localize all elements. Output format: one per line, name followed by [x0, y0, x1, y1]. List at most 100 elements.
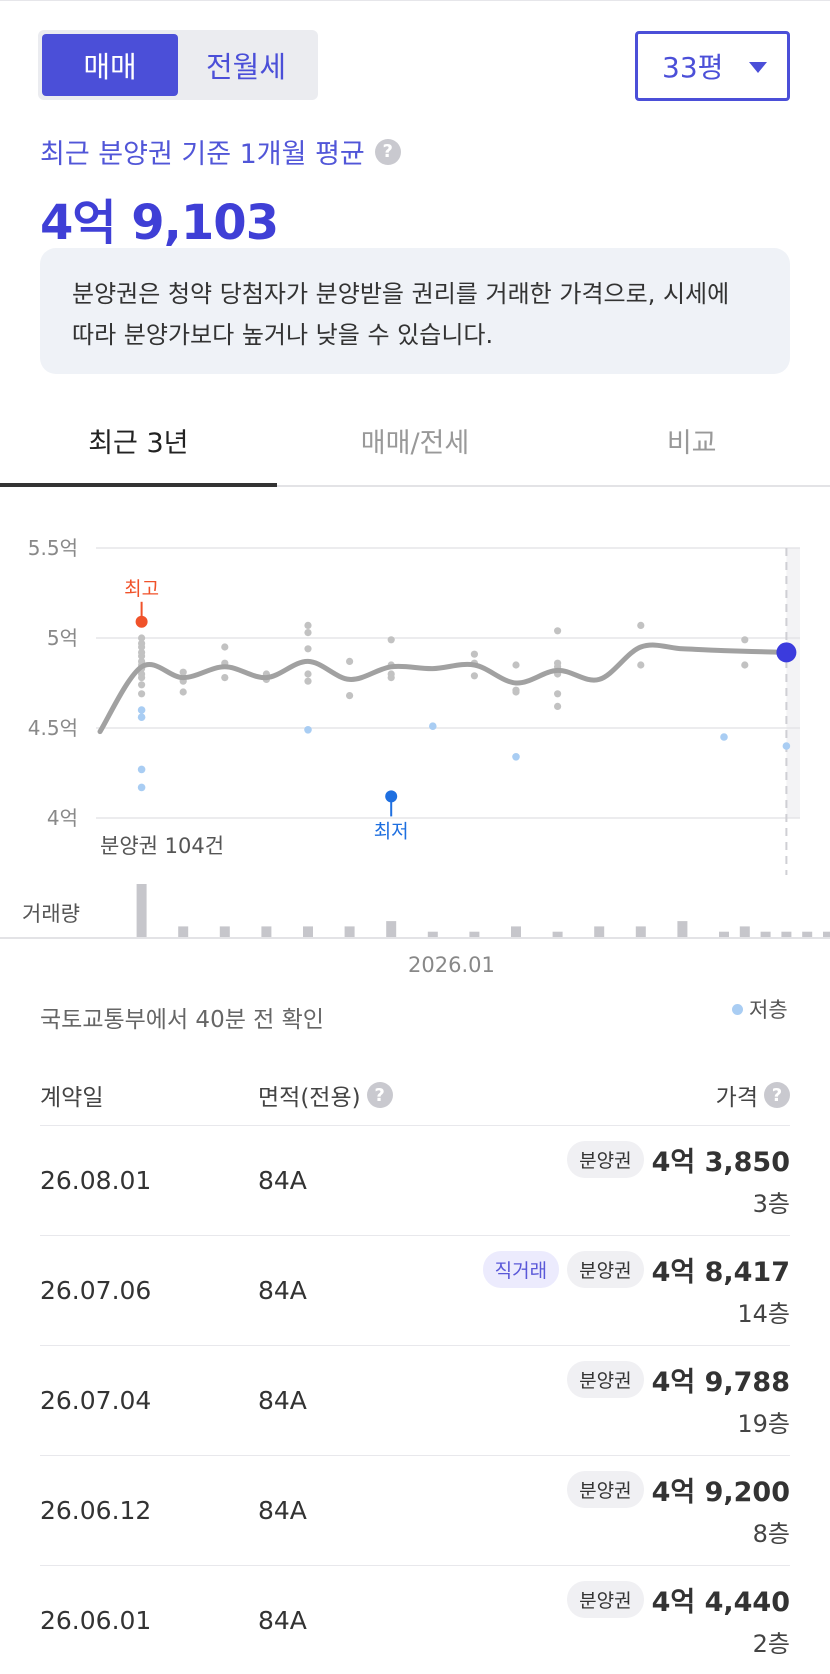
low-marker-label: 최저 [374, 820, 409, 842]
sale-tab-button[interactable]: 매매 [42, 34, 178, 96]
table-row[interactable]: 26.06.12 84A 분양권 4억 9,200 8층 [40, 1455, 790, 1565]
y-tick-label: 5억 [47, 626, 78, 650]
price-cell: 직거래 분양권 4억 8,417 [482, 1250, 790, 1289]
tab-compare[interactable]: 비교 [553, 395, 830, 485]
trade-point [304, 670, 312, 678]
area-value: 84A [258, 1166, 307, 1195]
area-size-select[interactable]: 33평 [635, 31, 790, 101]
floor-value: 8층 [752, 1520, 790, 1548]
trade-point [304, 629, 312, 637]
presale-badge: 분양권 [567, 1251, 644, 1288]
presale-badge: 분양권 [567, 1471, 644, 1508]
chart-tabs: 최근 3년 매매/전세 비교 [0, 395, 830, 487]
high-marker-label: 최고 [124, 578, 159, 600]
volume-bar [739, 926, 750, 937]
contract-date: 26.06.12 [40, 1496, 152, 1525]
volume-bar [511, 926, 521, 937]
trade-point [470, 672, 478, 680]
future-area [786, 548, 800, 818]
tab-recent-3-years[interactable]: 최근 3년 [0, 395, 277, 487]
presale-badge: 분양권 [567, 1141, 644, 1178]
presale-badge: 분양권 [567, 1361, 644, 1398]
price-cell: 분양권 4억 9,788 [567, 1360, 790, 1399]
low-floor-point [137, 783, 146, 792]
trade-point [304, 677, 312, 685]
trend-line [97, 642, 789, 735]
low-floor-point [304, 726, 312, 734]
area-value: 84A [258, 1276, 307, 1305]
trade-point [387, 636, 395, 644]
trade-point [346, 657, 354, 665]
area-value: 84A [258, 1496, 307, 1525]
help-icon[interactable]: ? [374, 138, 401, 165]
trade-point [138, 681, 146, 689]
price-value: 4억 9,788 [651, 1367, 790, 1398]
contract-date: 26.08.01 [40, 1166, 152, 1195]
volume-bar [303, 926, 313, 937]
trade-point [512, 661, 520, 669]
price-value: 4억 8,417 [651, 1257, 790, 1288]
high-marker-point [135, 615, 148, 628]
floor-value: 3층 [752, 1190, 790, 1218]
low-floor-point [429, 722, 437, 730]
rent-tab-button[interactable]: 전월세 [178, 34, 314, 96]
table-row[interactable]: 26.07.06 84A 직거래 분양권 4억 8,417 14층 [40, 1235, 790, 1345]
trade-point [179, 688, 187, 696]
price-chart[interactable]: 5.5억 5억 4.5억 4억 최고 최저 분양권 104건 거래량 [0, 500, 830, 940]
chevron-down-icon [749, 62, 767, 73]
direct-trade-badge: 직거래 [482, 1251, 560, 1288]
average-price-value: 4억 9,103 [40, 195, 279, 251]
header-price: 가격 ? [716, 1078, 790, 1112]
header-price-label: 가격 [715, 1085, 758, 1111]
trade-point [138, 690, 146, 698]
volume-bar [386, 921, 397, 937]
trade-point [637, 661, 645, 669]
volume-bar [178, 926, 189, 937]
trade-point [387, 674, 395, 682]
trade-point [512, 688, 520, 696]
trade-point [554, 690, 562, 698]
trade-point [221, 674, 229, 682]
help-icon[interactable]: ? [366, 1082, 393, 1108]
trade-point [554, 702, 562, 710]
top-divider [0, 0, 830, 1]
volume-bar [594, 926, 605, 937]
floor-value: 19층 [737, 1410, 790, 1438]
area-size-value: 33평 [662, 51, 724, 84]
y-tick-label: 4.5억 [28, 716, 78, 740]
volume-bar [136, 884, 147, 937]
low-floor-point [782, 742, 791, 750]
low-floor-dot-icon [732, 1003, 743, 1015]
table-row[interactable]: 26.06.01 84A 분양권 4억 4,440 2층 [40, 1565, 790, 1674]
volume-bar [344, 926, 355, 937]
price-value: 4억 3,850 [651, 1147, 790, 1178]
x-axis-date-label: 2026.01 [408, 953, 495, 977]
header-area-label: 면적(전용) [258, 1085, 361, 1111]
low-floor-point [137, 765, 146, 774]
current-price-point [776, 642, 797, 663]
table-row[interactable]: 26.07.04 84A 분양권 4억 9,788 19층 [40, 1345, 790, 1455]
low-floor-point [137, 706, 146, 714]
trade-point [304, 645, 312, 653]
volume-bar [261, 926, 272, 937]
data-source-text: 국토교통부에서 40분 전 확인 [40, 1007, 324, 1033]
low-floor-point [137, 713, 146, 721]
trade-point [179, 668, 187, 676]
contract-date: 26.07.04 [40, 1386, 152, 1415]
chart-divider [0, 937, 830, 939]
low-floor-point [512, 753, 520, 761]
tab-sale-jeonse[interactable]: 매매/전세 [277, 395, 554, 485]
header-contract-date: 계약일 [40, 1085, 104, 1111]
y-tick-label: 4억 [47, 806, 78, 830]
floor-value: 14층 [737, 1300, 790, 1328]
table-row[interactable]: 26.08.01 84A 분양권 4억 3,850 3층 [40, 1125, 790, 1235]
help-icon[interactable]: ? [764, 1082, 790, 1108]
average-label-text: 최근 분양권 기준 1개월 평균 [40, 139, 365, 170]
price-cell: 분양권 4억 4,440 [567, 1580, 790, 1619]
trade-point [221, 643, 229, 651]
transaction-count-label: 분양권 104건 [100, 834, 225, 858]
legend-low-floor-label: 저층 [749, 998, 788, 1022]
trade-point [138, 674, 146, 682]
volume-bar [219, 926, 230, 937]
presale-notice: 분양권은 청약 당첨자가 분양받을 권리를 거래한 가격으로, 시세에 따라 분… [40, 248, 790, 374]
